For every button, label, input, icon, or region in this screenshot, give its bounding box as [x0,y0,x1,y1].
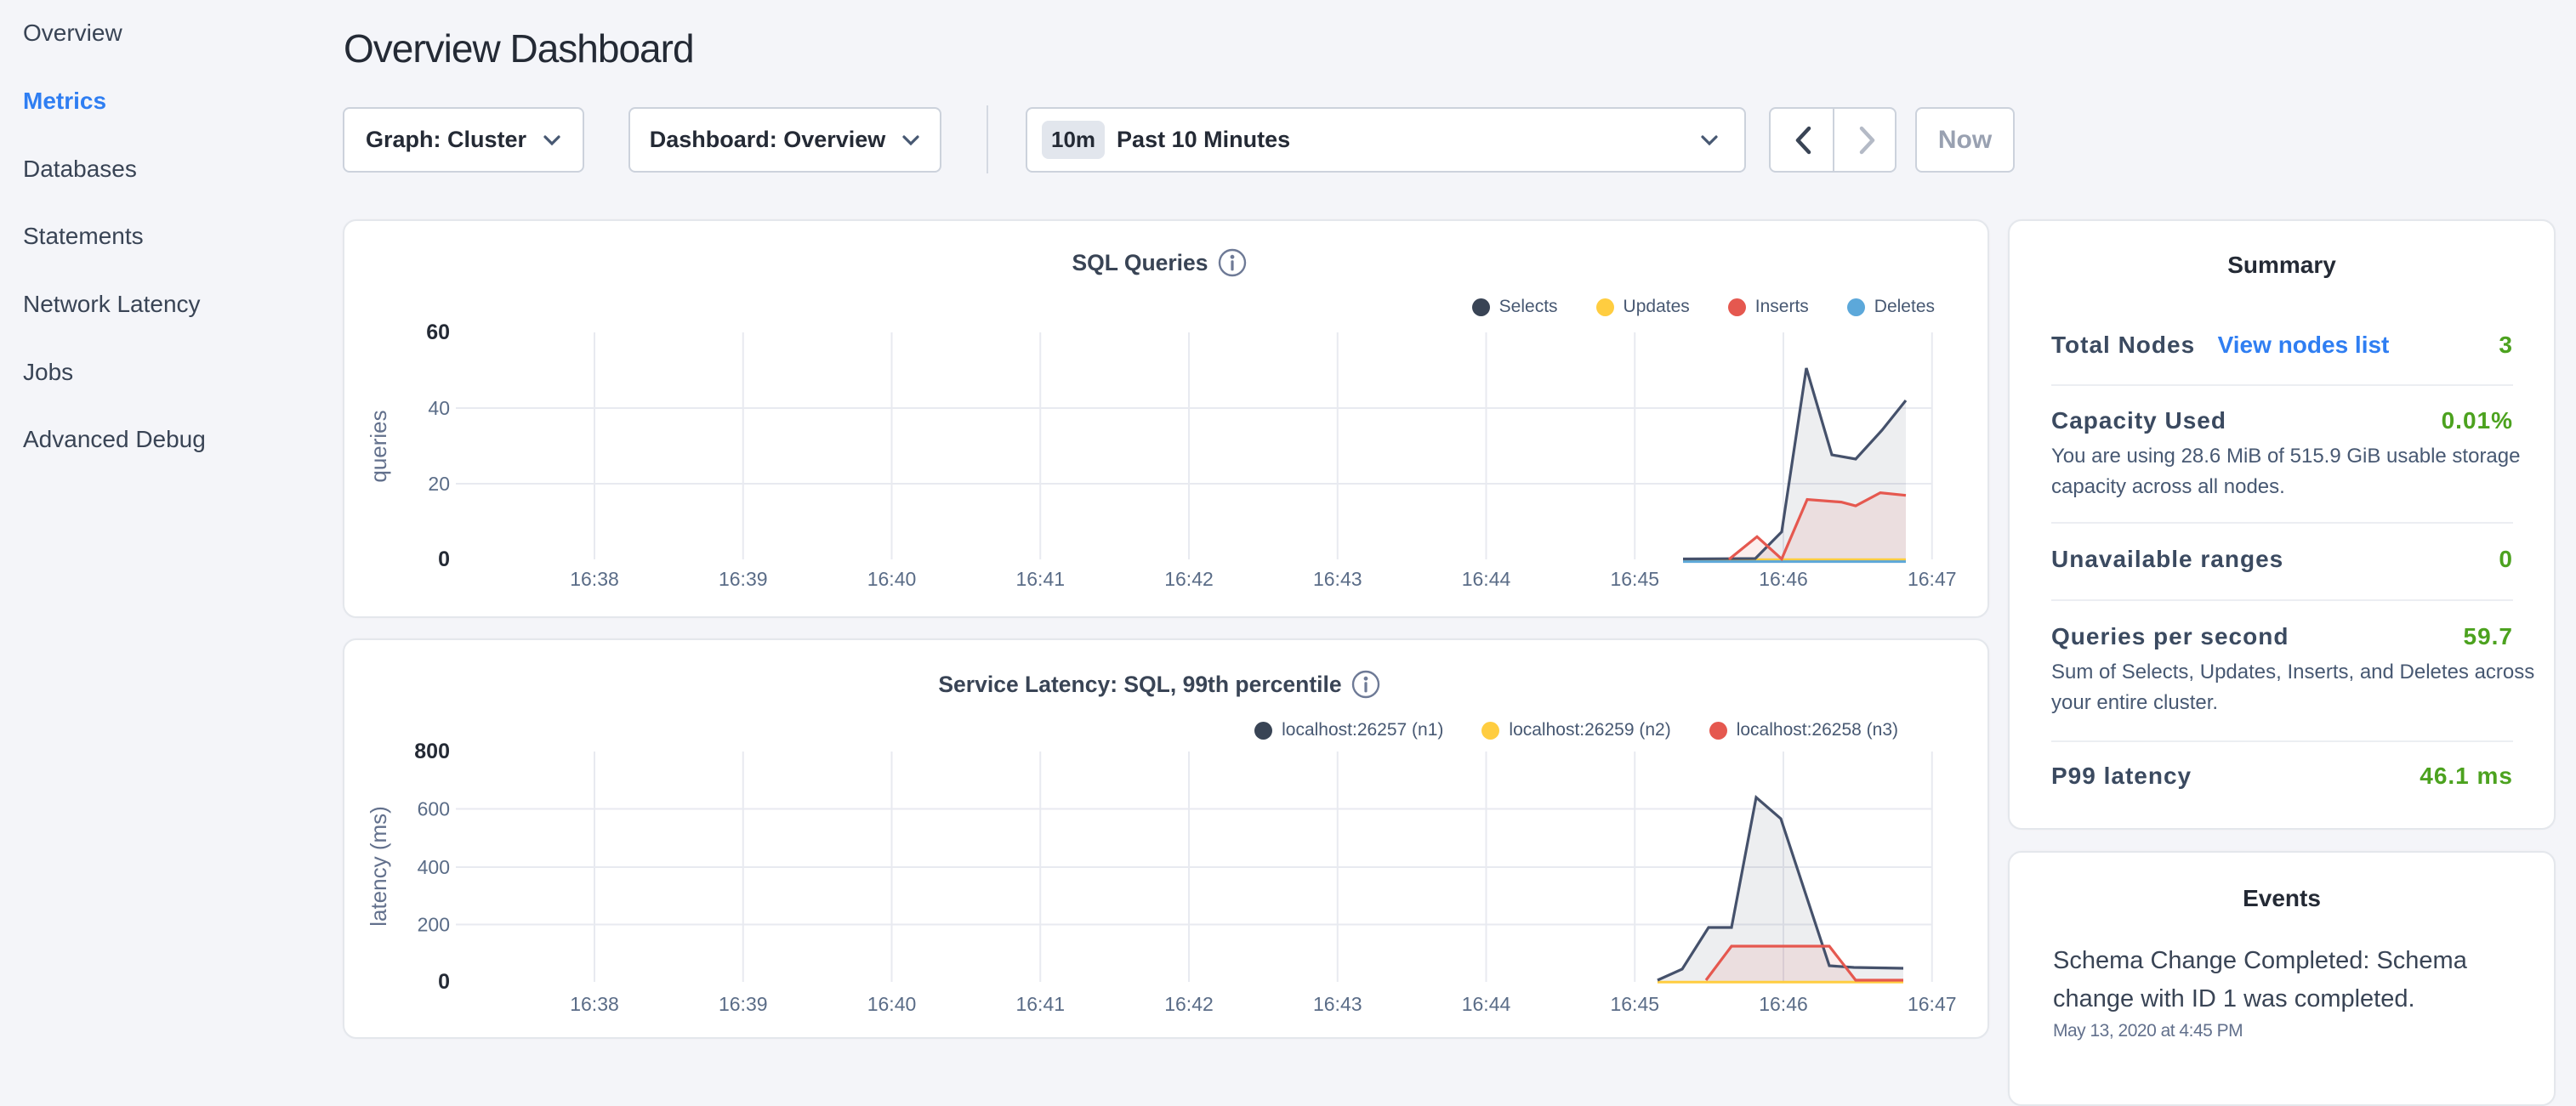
svg-text:16:43: 16:43 [1313,993,1362,1015]
svg-text:16:40: 16:40 [867,568,917,590]
svg-text:16:46: 16:46 [1759,568,1808,590]
svg-text:16:45: 16:45 [1610,993,1659,1015]
svg-text:600: 600 [418,798,450,820]
svg-text:16:38: 16:38 [570,568,619,590]
svg-text:16:45: 16:45 [1610,568,1659,590]
svg-text:200: 200 [418,914,450,936]
svg-text:16:44: 16:44 [1462,993,1511,1015]
svg-text:40: 40 [428,397,450,419]
svg-text:800: 800 [414,740,450,763]
svg-text:16:39: 16:39 [719,993,768,1015]
svg-text:latency (ms): latency (ms) [366,806,391,927]
svg-text:400: 400 [418,856,450,878]
svg-text:0: 0 [438,970,450,994]
svg-text:16:40: 16:40 [867,993,917,1015]
svg-text:16:42: 16:42 [1164,568,1214,590]
svg-text:16:41: 16:41 [1015,993,1065,1015]
svg-text:queries: queries [366,410,391,482]
svg-text:16:39: 16:39 [719,568,768,590]
svg-text:16:46: 16:46 [1759,993,1808,1015]
svg-text:0: 0 [438,547,450,571]
svg-text:16:47: 16:47 [1908,993,1957,1015]
svg-text:16:43: 16:43 [1313,568,1362,590]
svg-text:16:41: 16:41 [1015,568,1065,590]
svg-text:16:38: 16:38 [570,993,619,1015]
svg-text:16:42: 16:42 [1164,993,1214,1015]
svg-text:20: 20 [428,473,450,495]
svg-text:60: 60 [426,320,450,344]
svg-text:16:47: 16:47 [1908,568,1957,590]
svg-text:16:44: 16:44 [1462,568,1511,590]
